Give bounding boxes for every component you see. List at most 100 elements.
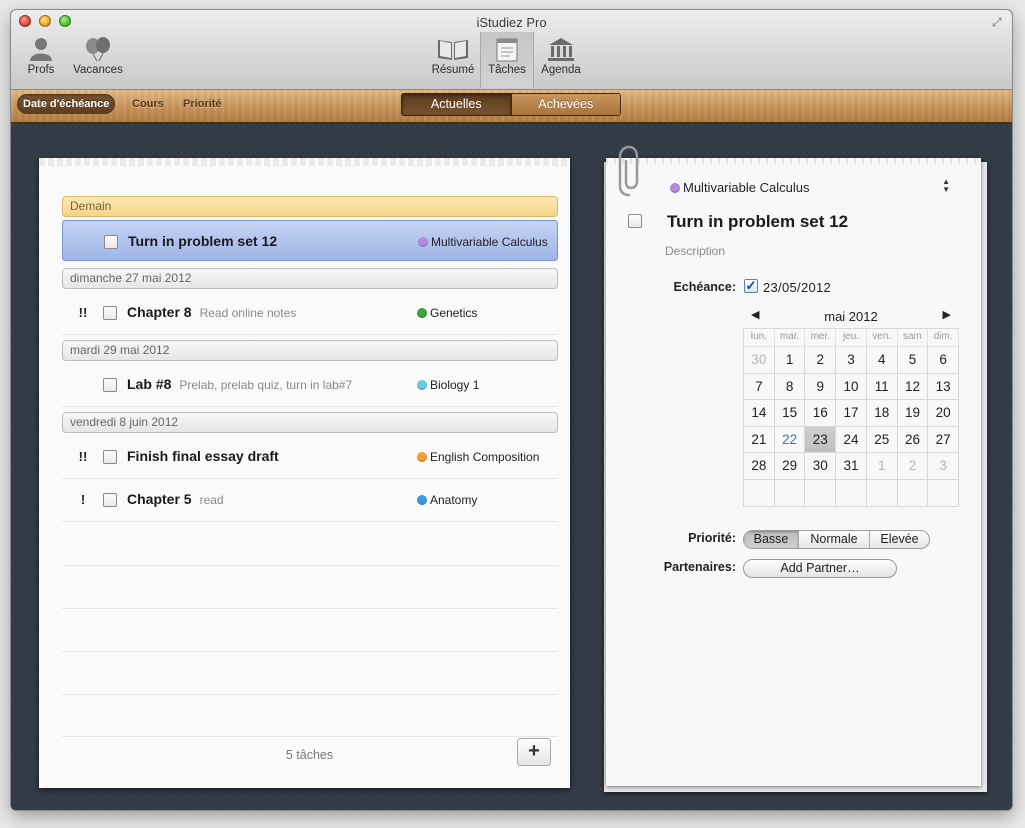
description-field[interactable]: Description bbox=[665, 244, 725, 258]
task-count: 5 tâches bbox=[285, 748, 334, 762]
task-row[interactable]: ! Chapter 5 read Anatomy bbox=[62, 479, 558, 522]
calendar-month: mai 2012 bbox=[824, 309, 878, 324]
priority-normal-button[interactable]: Normale bbox=[799, 531, 870, 548]
calendar-day[interactable]: 4 bbox=[866, 347, 898, 374]
add-task-button[interactable]: + bbox=[517, 738, 551, 766]
calendar-day[interactable]: 13 bbox=[928, 373, 960, 401]
calendar-day[interactable]: 3 bbox=[928, 453, 960, 480]
calendar-week bbox=[744, 479, 960, 507]
task-course: Biology 1 bbox=[417, 378, 479, 392]
priority-high-button[interactable]: Elevée bbox=[870, 531, 929, 548]
calendar-day[interactable]: 16 bbox=[805, 400, 837, 427]
add-partner-button[interactable]: Add Partner… bbox=[743, 559, 897, 578]
task-checkbox[interactable] bbox=[103, 378, 117, 392]
due-date-field[interactable]: 23/05/2012 bbox=[763, 280, 831, 295]
content-area: Demain Turn in problem set 12 Multivaria… bbox=[11, 124, 1012, 810]
calendar-day[interactable]: 5 bbox=[897, 347, 929, 374]
calendar-week: 30 1 2 3 4 5 6 bbox=[744, 347, 960, 374]
task-row[interactable]: !! Finish final essay draft English Comp… bbox=[62, 436, 558, 479]
toolbar-resume-button[interactable]: Résumé bbox=[425, 32, 481, 88]
updown-arrows-icon: ▲ ▼ bbox=[942, 177, 950, 194]
calendar-day[interactable]: 15 bbox=[774, 400, 806, 427]
task-checkbox[interactable] bbox=[103, 450, 117, 464]
toolbar-agenda-button[interactable]: Agenda bbox=[535, 32, 587, 88]
task-title-field[interactable]: Turn in problem set 12 bbox=[667, 212, 848, 232]
calendar-week: 21 22 23 24 25 26 27 bbox=[744, 426, 960, 454]
calendar-day[interactable]: 23 bbox=[805, 426, 837, 454]
calendar-day[interactable]: 10 bbox=[836, 373, 867, 401]
calendar-week: 7 8 9 10 11 12 13 bbox=[744, 373, 960, 401]
calendar-day[interactable]: 24 bbox=[836, 426, 867, 454]
calendar-day[interactable]: 12 bbox=[897, 373, 929, 401]
prev-month-icon[interactable]: ◀ bbox=[751, 308, 759, 321]
task-course: Genetics bbox=[417, 306, 477, 320]
task-complete-checkbox[interactable] bbox=[628, 214, 642, 228]
empty-row-divider bbox=[62, 651, 558, 652]
task-title-text: Turn in problem set 12 bbox=[128, 233, 278, 249]
fullscreen-icon[interactable]: ⤢ bbox=[992, 15, 1006, 29]
calendar-day[interactable]: 26 bbox=[897, 426, 929, 454]
task-title: Finish final essay draft bbox=[127, 448, 279, 464]
calendar-day[interactable]: 30 bbox=[805, 453, 837, 480]
building-icon bbox=[548, 38, 574, 61]
toolbar-profs-button[interactable]: Profs bbox=[21, 32, 61, 88]
calendar-day[interactable]: 29 bbox=[774, 453, 806, 480]
task-title: Lab #8 Prelab, prelab quiz, turn in lab#7 bbox=[127, 376, 352, 392]
calendar-day[interactable]: 2 bbox=[805, 347, 837, 374]
calendar-day[interactable]: 20 bbox=[928, 400, 960, 427]
priority-segmented-control: Basse Normale Elevée bbox=[743, 530, 930, 549]
toolbar-vacances-button[interactable]: Vacances bbox=[69, 32, 127, 88]
calendar-day[interactable]: 3 bbox=[836, 347, 867, 374]
calendar-day[interactable]: 25 bbox=[866, 426, 898, 454]
sort-by-priority[interactable]: Priorité bbox=[183, 94, 222, 114]
priority-label: Priorité: bbox=[688, 531, 736, 545]
course-selector[interactable]: Multivariable Calculus ▲ ▼ bbox=[670, 177, 950, 195]
task-title-text: Chapter 8 bbox=[127, 304, 192, 320]
calendar-day[interactable]: 21 bbox=[744, 426, 775, 454]
task-list-panel: Demain Turn in problem set 12 Multivaria… bbox=[39, 158, 570, 788]
calendar-day bbox=[866, 479, 898, 507]
task-row[interactable]: Turn in problem set 12 Multivariable Cal… bbox=[62, 220, 558, 261]
calendar-day[interactable]: 22 bbox=[774, 426, 806, 454]
calendar-day[interactable]: 2 bbox=[897, 453, 929, 480]
course-name: Multivariable Calculus bbox=[431, 235, 548, 249]
sort-by-course[interactable]: Cours bbox=[132, 94, 164, 114]
tab-completed[interactable]: Achevées bbox=[511, 94, 620, 115]
filter-bar: Date d'échéance Cours Priorité Actuelles… bbox=[11, 90, 1012, 123]
group-header: vendredi 8 juin 2012 bbox=[62, 412, 558, 433]
toolbar-taches-button[interactable]: Tâches bbox=[480, 32, 534, 88]
calendar-day[interactable]: 1 bbox=[774, 347, 806, 374]
calendar-day[interactable]: 31 bbox=[836, 453, 867, 480]
tab-current[interactable]: Actuelles bbox=[402, 94, 512, 115]
calendar-day[interactable]: 1 bbox=[866, 453, 898, 480]
calendar-day[interactable]: 17 bbox=[836, 400, 867, 427]
weekday-label: dim. bbox=[928, 329, 960, 347]
task-note: Read online notes bbox=[199, 306, 297, 320]
next-month-icon[interactable]: ▶ bbox=[943, 308, 951, 321]
calendar-day[interactable]: 14 bbox=[744, 400, 775, 427]
task-row[interactable]: !! Chapter 8 Read online notes Genetics bbox=[62, 292, 558, 335]
due-date-checkbox[interactable]: ✓ bbox=[744, 279, 758, 293]
toolbar-resume-label: Résumé bbox=[431, 64, 475, 76]
calendar-day[interactable]: 30 bbox=[744, 347, 775, 374]
task-row[interactable]: Lab #8 Prelab, prelab quiz, turn in lab#7… bbox=[62, 364, 558, 407]
task-checkbox[interactable] bbox=[103, 306, 117, 320]
calendar-day[interactable]: 18 bbox=[866, 400, 898, 427]
calendar-day[interactable]: 19 bbox=[897, 400, 929, 427]
calendar-week: 28 29 30 31 1 2 3 bbox=[744, 453, 960, 480]
calendar-day[interactable]: 7 bbox=[744, 373, 775, 401]
priority-low-button[interactable]: Basse bbox=[744, 531, 799, 548]
course-color-dot bbox=[418, 237, 428, 247]
task-checkbox[interactable] bbox=[103, 493, 117, 507]
calendar-day[interactable]: 9 bbox=[805, 373, 837, 401]
task-checkbox[interactable] bbox=[104, 235, 118, 249]
task-title: Turn in problem set 12 bbox=[128, 233, 277, 249]
calendar-day[interactable]: 11 bbox=[866, 373, 898, 401]
window-title: iStudiez Pro bbox=[476, 15, 547, 30]
sort-by-due-date[interactable]: Date d'échéance bbox=[17, 94, 116, 114]
calendar-day[interactable]: 27 bbox=[928, 426, 960, 454]
calendar-day[interactable]: 28 bbox=[744, 453, 775, 480]
calendar-day[interactable]: 6 bbox=[928, 347, 960, 374]
course-name: Genetics bbox=[430, 306, 478, 320]
calendar-day[interactable]: 8 bbox=[774, 373, 806, 401]
